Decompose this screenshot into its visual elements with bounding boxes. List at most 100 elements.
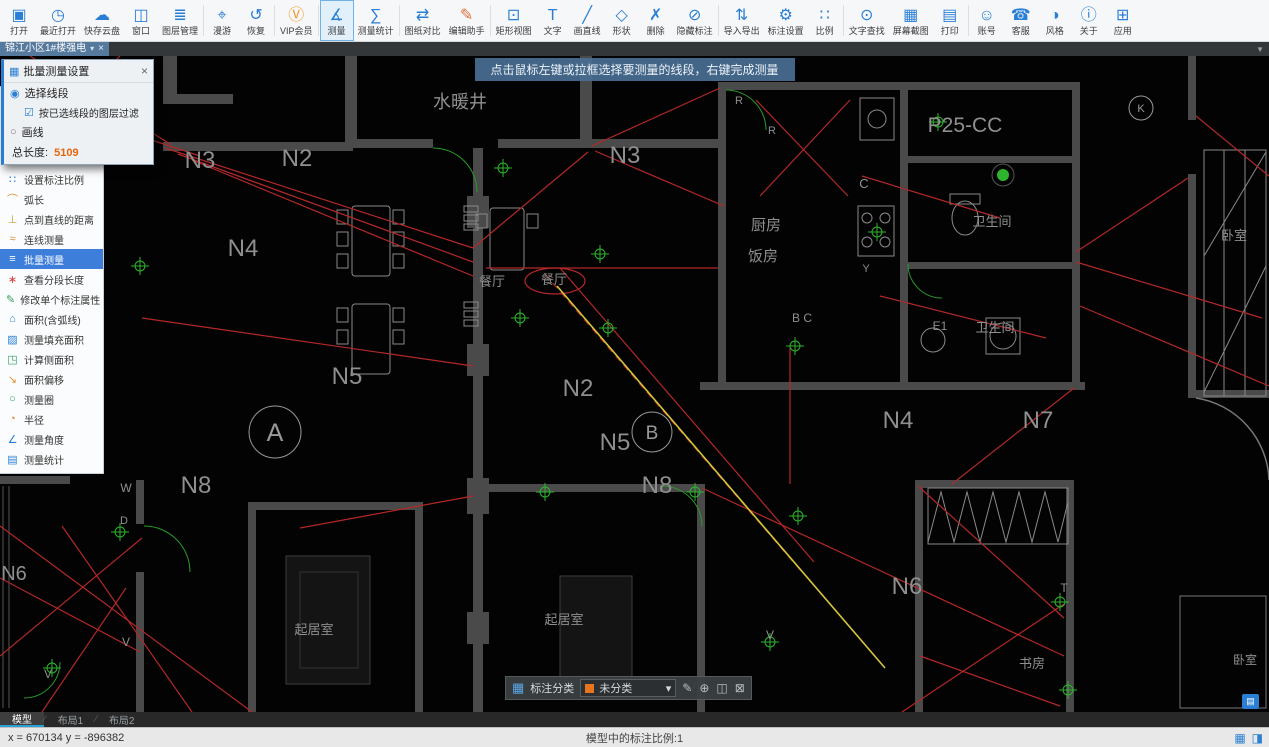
toolbar-button-scale[interactable]: ∷比例 [808,0,842,41]
sidebar-item-label: 测量统计 [24,452,64,467]
toolbar-button-style[interactable]: ◑风格 [1038,0,1072,41]
light-fixture [1059,681,1077,699]
cad-label: N4 [228,235,259,262]
document-tab[interactable]: 锦江小区1#楼强电 ▾ × [0,42,109,56]
sidebar-item-modify-annotation[interactable]: ✎修改单个标注属性 [0,289,103,309]
chevron-down-icon[interactable]: ▾ [90,42,94,56]
toolbar-button-measure[interactable]: ∡测量 [320,0,354,41]
sidebar-item-measure-statistics[interactable]: ▤测量统计 [0,449,103,469]
edit-assistant-icon: ✎ [460,7,473,25]
toolbar-button-cloud-drive[interactable]: ☁快存云盘 [80,0,124,41]
toolbar-button-apps[interactable]: ⊞应用 [1106,0,1140,41]
edit-icon[interactable]: ✎ [682,681,692,695]
support-icon: ☎ [1011,7,1031,25]
sidebar-item-label: 修改单个标注属性 [20,292,100,307]
toolbar-label: 矩形视图 [496,26,532,36]
cad-canvas-area[interactable]: ABK 水暖井N3N2N3N4餐厅餐厅厨房饭房卫生间卫生间P25-CCCB CE… [0,56,1269,712]
toolbar-button-shapes[interactable]: ◇形状 [605,0,639,41]
toolbar-button-text[interactable]: T文字 [536,0,570,41]
toolbar-button-hide-annotation[interactable]: ⊘隐藏标注 [673,0,717,41]
panel-option-2[interactable]: ○画线 [4,122,153,142]
cad-drawing[interactable]: ABK 水暖井N3N2N3N4餐厅餐厅厨房饭房卫生间卫生间P25-CCCB CE… [0,56,1269,712]
sidebar-item-set-annotation-scale[interactable]: ∷设置标注比例 [0,169,103,189]
toolbar-separator [843,5,844,36]
close-icon[interactable]: × [98,42,104,56]
toolbar-button-open[interactable]: ▣打开 [2,0,36,41]
sidebar-item-batch-measure[interactable]: ≡批量测量 [0,249,103,269]
toolbar-separator [318,5,319,36]
sidebar-item-label: 测量角度 [24,432,64,447]
sidebar-item-point-to-line-distance[interactable]: ⊥点到直线的距离 [0,209,103,229]
sheet-tab-布局2[interactable]: 布局2 [97,712,147,727]
toolbar-button-support[interactable]: ☎客服 [1004,0,1038,41]
light-fixture [786,337,804,355]
sheet-tab-布局1[interactable]: 布局1 [46,712,96,727]
toolbar-button-rect-view[interactable]: ⊡矩形视图 [492,0,536,41]
toolbar-button-text-search[interactable]: ⊙文字查找 [845,0,889,41]
sidebar-item-segment-length[interactable]: ∗查看分段长度 [0,269,103,289]
panel-option-1[interactable]: ☑按已选线段的图层过滤 [4,103,153,122]
radio-icon[interactable]: ◉ [10,87,20,100]
cad-label: 起居室 [544,612,583,627]
copy-icon[interactable]: ◫ [716,681,727,695]
sidebar-item-area-with-arc[interactable]: ⌂面积(含弧线) [0,309,103,329]
cad-label: 书房 [1019,656,1045,671]
corner-widget[interactable]: ▤ [1242,694,1259,709]
cad-label: 卫生间 [972,214,1011,229]
radio-icon[interactable]: ○ [10,126,17,138]
panel-options: ◉选择线段☑按已选线段的图层过滤○画线 [4,83,153,142]
sidebar-item-measure-angle[interactable]: ∠测量角度 [0,429,103,449]
toolbar-button-recent-open[interactable]: ◷最近打开 [36,0,80,41]
layout-icon[interactable]: ▦ [1234,731,1245,745]
toolbar-button-vip[interactable]: ⓋVIP会员 [276,0,317,41]
cad-label: 餐厅 [479,274,505,289]
toolbar-button-restore[interactable]: ↺恢复 [239,0,273,41]
side-area-icon: ◳ [6,353,19,366]
panel-icon[interactable]: ◨ [1252,731,1263,745]
window-icon: ◫ [133,7,148,25]
classify-label: 标注分类 [530,680,574,696]
toolbar-button-import-export[interactable]: ⇅导入导出 [720,0,764,41]
sidebar-item-area-offset[interactable]: ↘面积偏移 [0,369,103,389]
toolbar-button-delete[interactable]: ✗删除 [639,0,673,41]
toolbar-separator [399,5,400,36]
cad-label: 厨房 [751,217,781,234]
toolbar-button-window[interactable]: ◫窗口 [124,0,158,41]
cad-label: N2 [563,375,594,402]
sidebar-item-fill-area[interactable]: ▨测量填充面积 [0,329,103,349]
toolbar-button-about[interactable]: ⓘ关于 [1072,0,1106,41]
sidebar-item-radius[interactable]: ◔半径 [0,409,103,429]
svg-text:A: A [267,419,284,447]
rect-view-icon: ⊡ [507,7,520,25]
sheet-tab-模型[interactable]: 模型 [0,712,44,727]
toolbar-button-print[interactable]: ▤打印 [933,0,967,41]
cad-label: N6 [892,573,923,600]
panel-title: 批量测量设置 [23,63,89,79]
checkbox-icon[interactable]: ☑ [24,106,34,119]
sidebar-item-polyline-measure[interactable]: ≈连线测量 [0,229,103,249]
toolbar-button-account[interactable]: ☺账号 [970,0,1004,41]
sidebar-item-arc-length[interactable]: ⌒弧长 [0,189,103,209]
move-icon[interactable]: ⊕ [699,681,709,695]
toolbar-button-drawing-compare[interactable]: ⇄图纸对比 [401,0,445,41]
toolbar-button-layer-manager[interactable]: ≣图层管理 [158,0,202,41]
lock-icon[interactable]: ⊠ [735,681,745,695]
toolbar-label: 快存云盘 [84,26,120,36]
toolbar-label: 恢复 [247,26,265,36]
grid-icon[interactable]: ▦ [512,680,524,696]
toolbar-button-screenshot[interactable]: ▦屏幕截图 [889,0,933,41]
toolbar-button-roam[interactable]: ⌖漫游 [205,0,239,41]
toolbar-button-measure-stats[interactable]: ∑测量统计 [354,0,398,41]
cad-label: N5 [600,429,631,456]
sidebar-item-measure-circle[interactable]: ○测量圈 [0,389,103,409]
sidebar-item-side-area[interactable]: ◳计算侧面积 [0,349,103,369]
toolbar-collapse-icon[interactable]: ▼ [1256,45,1264,54]
panel-option-0[interactable]: ◉选择线段 [4,83,153,103]
light-fixture [494,159,512,177]
panel-close-icon[interactable]: × [141,64,148,78]
cad-label: N8 [181,472,212,499]
toolbar-button-draw-line[interactable]: ╱画直线 [570,0,605,41]
toolbar-button-edit-assistant[interactable]: ✎编辑助手 [445,0,489,41]
toolbar-button-annotation-settings[interactable]: ⚙标注设置 [764,0,808,41]
category-dropdown[interactable]: 未分类 ▾ [580,679,676,697]
